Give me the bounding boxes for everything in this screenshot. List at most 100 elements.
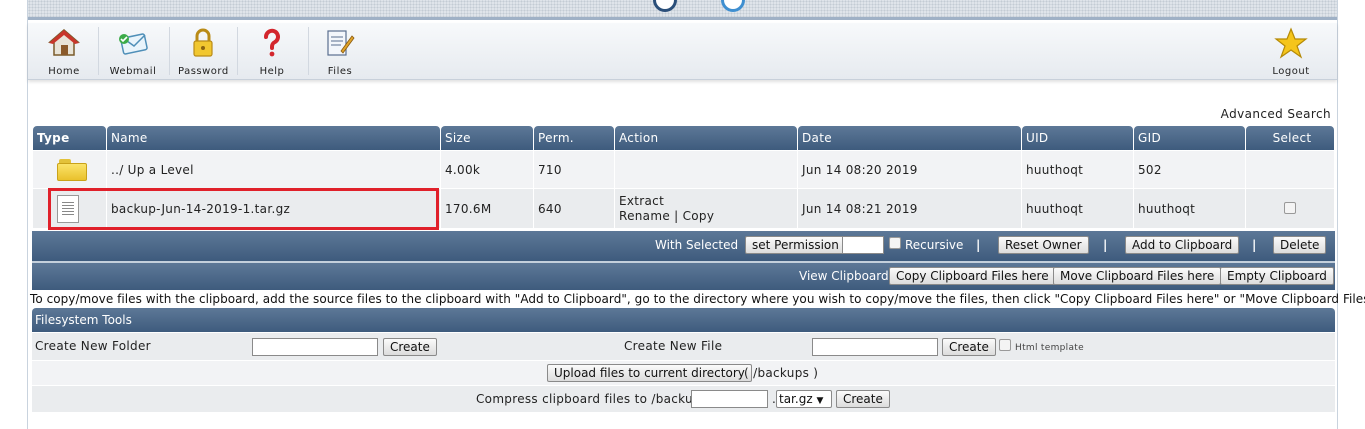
extract-link[interactable]: Extract <box>619 194 664 208</box>
row-uid-cell: huuthoqt <box>1022 188 1133 228</box>
col-size-header[interactable]: Size <box>441 126 533 150</box>
nav-home[interactable]: Home <box>46 23 82 80</box>
row-size-cell: 4.00k <box>441 150 533 188</box>
nav-webmail-label: Webmail <box>109 66 157 77</box>
compress-filename-input[interactable] <box>691 390 768 408</box>
main-nav: Home Webmail Password Help Files Logout <box>28 23 1337 80</box>
top-banner <box>28 0 1337 20</box>
col-perm-header[interactable]: Perm. <box>534 126 614 150</box>
row-size-cell: 170.6M <box>441 188 533 228</box>
nav-password[interactable]: Password <box>178 23 228 80</box>
row-select-cell <box>1246 188 1334 228</box>
html-template-label: Html template <box>1015 343 1084 353</box>
col-select-header: Select <box>1246 126 1334 150</box>
table-row: ../ Up a Level 4.00k 710 Jun 14 08:20 20… <box>33 150 1334 188</box>
nav-divider <box>308 27 309 75</box>
compress-format-select[interactable]: tar.gz ▼ <box>776 390 832 408</box>
table-header-row: Type Name Size Perm. Action Date UID GID… <box>33 126 1334 150</box>
row-perm-cell: 640 <box>534 188 614 228</box>
nav-home-label: Home <box>48 66 80 77</box>
view-clipboard-link[interactable]: View Clipboard <box>799 263 889 290</box>
table-row: backup-Jun-14-2019-1.tar.gz 170.6M 640 E… <box>33 188 1334 228</box>
row-gid-cell: huuthoqt <box>1134 188 1245 228</box>
upload-row: Upload files to current directory ( /bac… <box>32 361 1335 385</box>
col-type-header[interactable]: Type <box>33 126 106 150</box>
folder-icon[interactable] <box>57 158 87 181</box>
chevron-down-icon: ▼ <box>816 396 824 406</box>
webmail-icon <box>119 33 148 55</box>
compress-row: Compress clipboard files to /backups/ . … <box>32 386 1335 412</box>
nav-divider <box>237 27 238 75</box>
row-perm-cell: 710 <box>534 150 614 188</box>
perm-link[interactable]: 640 <box>538 202 562 216</box>
copy-link[interactable]: Copy <box>683 209 715 223</box>
create-file-label: Create New File <box>624 339 723 353</box>
new-folder-input[interactable] <box>252 338 378 356</box>
create-folder-label: Create New Folder <box>35 339 151 353</box>
archive-file-icon <box>57 194 79 223</box>
col-name-header[interactable]: Name <box>107 126 440 150</box>
empty-clipboard-button[interactable]: Empty Clipboard <box>1220 267 1334 285</box>
compress-create-button[interactable]: Create <box>836 390 890 408</box>
set-permission-button[interactable]: set Permission <box>745 236 846 254</box>
move-clipboard-button[interactable]: Move Clipboard Files here <box>1053 267 1222 285</box>
file-name-link[interactable]: backup-Jun-14-2019-1.tar.gz <box>111 202 290 216</box>
logo-icon <box>653 0 677 12</box>
new-file-input[interactable] <box>812 338 938 356</box>
row-date-cell: Jun 14 08:21 2019 <box>798 188 1021 228</box>
upload-files-button[interactable]: Upload files to current directory <box>547 364 752 382</box>
create-folder-button[interactable]: Create <box>383 338 437 356</box>
toolbar-separator: | <box>1103 238 1108 252</box>
row-name-cell: backup-Jun-14-2019-1.tar.gz <box>107 188 440 228</box>
nav-files[interactable]: Files <box>322 23 358 80</box>
recursive-checkbox[interactable] <box>889 237 901 249</box>
filesystem-tools-header: Filesystem Tools <box>32 308 1335 332</box>
col-action-header: Action <box>615 126 797 150</box>
toolbar-separator: | <box>1252 238 1257 252</box>
file-table: Type Name Size Perm. Action Date UID GID… <box>32 126 1335 228</box>
permission-input[interactable]: 755 <box>842 236 884 254</box>
toolbar-separator: | <box>976 238 981 252</box>
create-file-button[interactable]: Create <box>942 338 996 356</box>
col-gid-header[interactable]: GID <box>1134 126 1245 150</box>
advanced-search-link[interactable]: Advanced Search <box>1221 107 1331 121</box>
compress-format-value: tar.gz <box>779 392 813 406</box>
current-directory-text: ( /backups ) <box>744 366 819 380</box>
reset-owner-button[interactable]: Reset Owner <box>998 236 1089 254</box>
up-level-link[interactable]: ../ Up a Level <box>111 163 194 177</box>
col-date-header[interactable]: Date <box>798 126 1021 150</box>
nav-divider <box>98 27 99 75</box>
add-to-clipboard-button[interactable]: Add to Clipboard <box>1125 236 1240 254</box>
row-date-cell: Jun 14 08:20 2019 <box>798 150 1021 188</box>
nav-files-label: Files <box>327 66 353 77</box>
action-separator: | <box>674 208 679 223</box>
row-uid-cell: huuthoqt <box>1022 150 1133 188</box>
col-uid-header[interactable]: UID <box>1022 126 1133 150</box>
star-icon <box>1274 27 1308 59</box>
row-action-cell <box>615 150 797 188</box>
row-gid-cell: 502 <box>1134 150 1245 188</box>
nav-password-label: Password <box>178 66 229 77</box>
nav-logout[interactable]: Logout <box>1266 23 1316 80</box>
clipboard-help-text: To copy/move files with the clipboard, a… <box>30 292 1365 306</box>
files-icon <box>327 30 355 56</box>
recursive-label: Recursive <box>905 238 964 252</box>
logo-icon-secondary <box>721 0 745 12</box>
rename-link[interactable]: Rename <box>619 209 670 223</box>
nav-webmail[interactable]: Webmail <box>108 23 158 80</box>
with-selected-bar: With Selected set Permission 755 Recursi… <box>32 231 1335 261</box>
lock-icon <box>193 28 213 57</box>
copy-clipboard-button[interactable]: Copy Clipboard Files here <box>889 267 1056 285</box>
with-selected-label: With Selected <box>655 238 739 252</box>
row-name-cell: ../ Up a Level <box>107 150 440 188</box>
row-type-cell <box>33 188 106 228</box>
nav-divider <box>169 27 170 75</box>
nav-help[interactable]: Help <box>254 23 290 80</box>
row-action-cell: Extract Rename | Copy <box>615 188 797 228</box>
question-icon <box>264 28 280 57</box>
row-select-checkbox[interactable] <box>1284 202 1296 214</box>
clipboard-bar: View Clipboard Copy Clipboard Files here… <box>32 263 1335 290</box>
html-template-checkbox[interactable] <box>999 339 1011 351</box>
create-row: Create New Folder Create Create New File… <box>32 333 1335 360</box>
delete-button[interactable]: Delete <box>1273 236 1327 254</box>
